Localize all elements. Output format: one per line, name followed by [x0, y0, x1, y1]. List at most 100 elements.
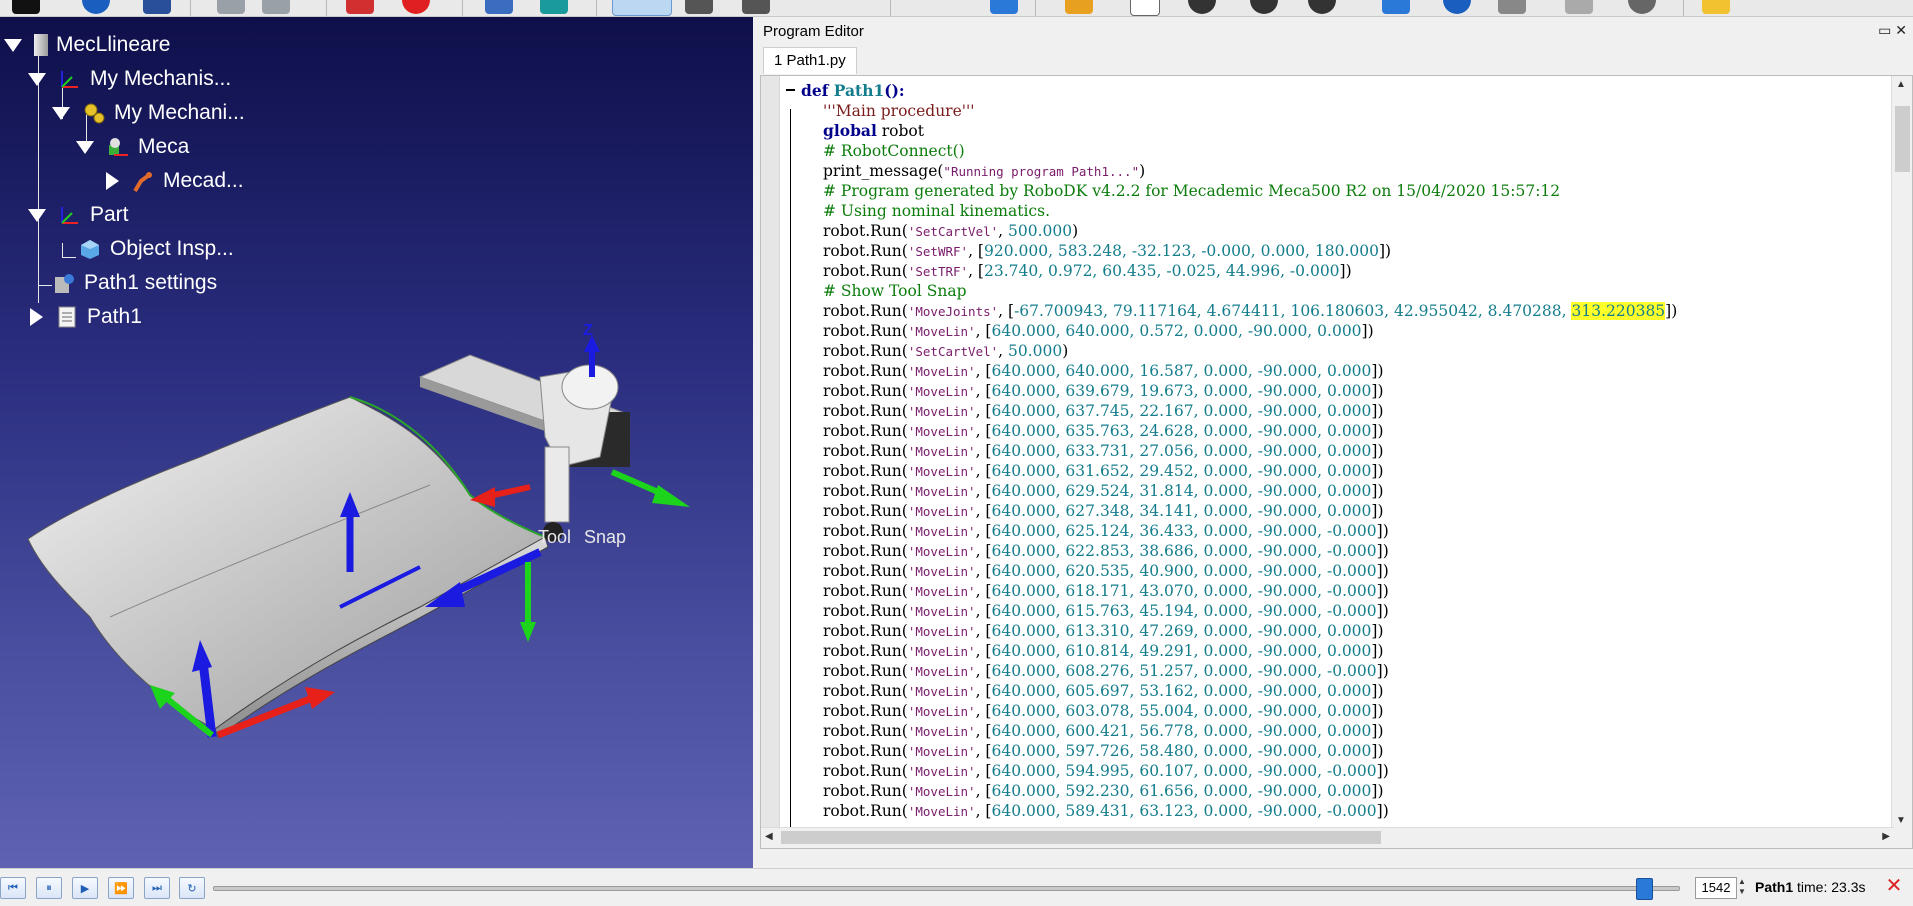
3d-viewport[interactable]: MecLlineare My Mechanis... My Mechani...… [0, 17, 753, 868]
toolbar-icon[interactable] [346, 0, 374, 14]
timeline-slider[interactable] [213, 886, 1680, 891]
code-line: robot.Run('MoveLin', [640.000, 618.171, … [823, 582, 1389, 600]
toolbar-icon[interactable] [685, 0, 713, 14]
robot-y-arrow [652, 485, 690, 507]
toolbar-icon[interactable] [217, 0, 245, 14]
toolbar-icon[interactable] [1702, 0, 1730, 14]
code-line: robot.Run('MoveLin', [640.000, 608.276, … [823, 662, 1389, 680]
line-gutter [761, 76, 780, 848]
simulation-timeline: ⏮ ⏸ ▶ ⏩ ⏭ ↻ 1542 ▲ ▼ Path1 time: 23.3s ✕ [0, 868, 1913, 906]
fold-marker [790, 109, 791, 848]
code-editor[interactable]: def Path1(): '''Main procedure''' global… [760, 75, 1913, 849]
tab-path1[interactable]: 1 Path1.py [763, 47, 857, 74]
toolbar-icon[interactable] [540, 0, 568, 14]
toolbar-icon[interactable] [12, 0, 40, 14]
toolbar-icon[interactable] [143, 0, 171, 14]
code-line: print_message("Running program Path1..."… [823, 162, 1146, 180]
code-line: robot.Run('MoveLin', [640.000, 627.348, … [823, 502, 1384, 520]
close-icon[interactable]: ✕ [1883, 875, 1905, 897]
toolbar-icon[interactable] [1308, 0, 1336, 14]
pause-button[interactable]: ⏸ [36, 877, 62, 899]
code-line: robot.Run('MoveLin', [640.000, 622.853, … [823, 542, 1389, 560]
toolbar-icon[interactable] [1498, 0, 1526, 14]
code-line: robot.Run('MoveLin', [640.000, 613.310, … [823, 622, 1384, 640]
code-line: robot.Run('MoveLin', [640.000, 615.763, … [823, 602, 1389, 620]
code-line: robot.Run('SetCartVel', 50.000) [823, 342, 1069, 360]
code-line: global robot [823, 121, 924, 140]
fold-collapse-icon[interactable] [786, 89, 795, 91]
toolbar-icon[interactable] [612, 0, 672, 16]
toolbar-icon[interactable] [262, 0, 290, 14]
z-axis-glyph: Z [583, 322, 593, 339]
toolbar-icon[interactable] [82, 0, 110, 14]
snap-label: Snap [584, 527, 626, 547]
code-line: robot.Run('MoveLin', [640.000, 640.000, … [823, 322, 1374, 340]
toolbar-separator [890, 0, 891, 16]
scroll-down-icon[interactable]: ▼ [1896, 815, 1906, 826]
scroll-left-icon[interactable]: ◀ [765, 831, 773, 842]
curved-part [27, 396, 547, 730]
window-buttons[interactable]: ▭ ✕ [1878, 22, 1907, 39]
toolbar-icon[interactable] [1443, 0, 1471, 14]
code-line: robot.Run('MoveLin', [640.000, 637.745, … [823, 402, 1384, 420]
code-line: robot.Run('MoveLin', [640.000, 594.995, … [823, 762, 1389, 780]
toolbar-icon[interactable] [1382, 0, 1410, 14]
toolbar-icon[interactable] [990, 0, 1018, 14]
frame-spinner[interactable]: ▲ ▼ [1736, 877, 1748, 897]
vertical-scrollbar[interactable]: ▲ ▼ [1891, 76, 1912, 848]
code-line: robot.Run('MoveLin', [640.000, 635.763, … [823, 422, 1384, 440]
code-line: robot.Run('MoveLin', [640.000, 603.078, … [823, 702, 1384, 720]
code-line: # Using nominal kinematics. [823, 202, 1050, 220]
code-line: robot.Run('MoveLin', [640.000, 610.814, … [823, 642, 1384, 660]
toolbar-separator [190, 0, 191, 16]
toolbar-icon[interactable] [485, 0, 513, 14]
toolbar-separator [596, 0, 597, 16]
scroll-up-icon[interactable]: ▲ [1896, 79, 1906, 90]
code-line: robot.Run('MoveLin', [640.000, 597.726, … [823, 742, 1384, 760]
code-line: robot.Run('MoveLin', [640.000, 639.679, … [823, 382, 1384, 400]
code-line: robot.Run('MoveLin', [640.000, 640.000, … [823, 362, 1384, 380]
code-line: robot.Run('MoveLin', [640.000, 589.431, … [823, 802, 1389, 820]
base-x-arrow [305, 687, 335, 709]
code-line: robot.Run('MoveLin', [640.000, 633.731, … [823, 442, 1384, 460]
toolbar-icon[interactable] [1250, 0, 1278, 14]
code-line-highlighted: robot.Run('MoveJoints', [-67.700943, 79.… [823, 302, 1678, 320]
frame-number-field[interactable]: 1542 [1695, 877, 1737, 899]
scroll-right-icon[interactable]: ▶ [1882, 831, 1890, 842]
go-to-end-button[interactable]: ⏭ [144, 877, 170, 899]
go-to-start-button[interactable]: ⏮ [0, 877, 26, 899]
toolbar-separator [1683, 0, 1684, 16]
toolbar-icon[interactable] [1188, 0, 1216, 14]
code-line: robot.Run('SetWRF', [920.000, 583.248, -… [823, 242, 1392, 260]
code-line: robot.Run('MoveLin', [640.000, 631.652, … [823, 462, 1384, 480]
main-toolbar [0, 0, 1913, 17]
toolbar-icon[interactable] [402, 0, 430, 14]
fast-forward-button[interactable]: ⏩ [108, 877, 134, 899]
tool-z-arrow [520, 622, 536, 642]
code-line: # Show Tool Snap [823, 282, 967, 300]
toolbar-icon[interactable] [1065, 0, 1093, 14]
toolbar-icon[interactable] [1130, 0, 1160, 16]
scrollbar-thumb[interactable] [1895, 106, 1910, 172]
toolbar-icon[interactable] [1628, 0, 1656, 14]
loop-button[interactable]: ↻ [179, 877, 205, 899]
play-button[interactable]: ▶ [72, 877, 98, 899]
code-line: robot.Run('SetCartVel', 500.000) [823, 222, 1079, 240]
toolbar-separator [326, 0, 327, 16]
3d-scene[interactable]: Tool Snap Z [0, 17, 753, 868]
code-line: robot.Run('MoveLin', [640.000, 620.535, … [823, 562, 1389, 580]
scrollbar-thumb[interactable] [781, 831, 1381, 844]
toolbar-separator [1035, 0, 1036, 16]
code-content[interactable]: def Path1(): '''Main procedure''' global… [801, 81, 1677, 821]
highlighted-value: 313.220385 [1571, 302, 1666, 320]
toolbar-icon[interactable] [742, 0, 770, 14]
toolbar-icon[interactable] [1565, 0, 1593, 14]
code-line: def Path1(): [801, 81, 905, 100]
panel-title: Program Editor [763, 23, 864, 40]
tool-label: Tool [538, 527, 571, 547]
timeline-slider-thumb[interactable] [1636, 878, 1654, 900]
code-line: # RobotConnect() [823, 142, 965, 160]
horizontal-scrollbar[interactable]: ◀ ▶ [761, 827, 1894, 848]
spin-up-icon[interactable]: ▲ [1736, 877, 1748, 887]
spin-down-icon[interactable]: ▼ [1736, 887, 1748, 897]
